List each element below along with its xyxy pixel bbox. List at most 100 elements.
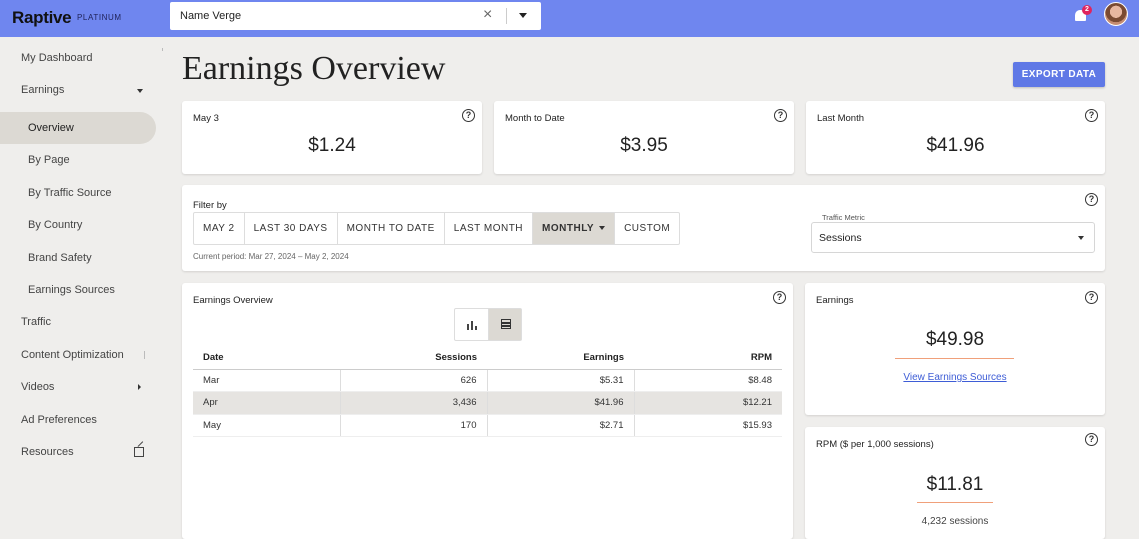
current-period-text: Current period: Mar 27, 2024 – May 2, 20…	[193, 252, 349, 261]
filter-option-label: MONTHLY	[542, 223, 595, 234]
avatar[interactable]	[1104, 2, 1128, 26]
sidebar-item-label: Videos	[21, 381, 55, 393]
help-icon[interactable]: ?	[774, 109, 787, 122]
earnings-total-card: Earnings ? $49.98 View Earnings Sources	[805, 283, 1105, 415]
sidebar-item-earnings-sources[interactable]: Earnings Sources	[0, 274, 156, 306]
column-header-sessions[interactable]: Sessions	[340, 346, 487, 370]
sidebar-item-my-dashboard[interactable]: My Dashboard	[0, 42, 163, 74]
rpm-value: $11.81	[926, 474, 984, 495]
sidebar-item-content-optimization[interactable]: Content Optimization	[0, 339, 156, 371]
sidebar-item-label: Earnings Sources	[28, 284, 115, 296]
top-bar: Raptive PLATINUM Name Verge × 2	[0, 0, 1139, 37]
sidebar-item-brand-safety[interactable]: Brand Safety	[0, 242, 156, 274]
rpm-sessions-text: 4,232 sessions	[921, 516, 989, 527]
table-row: Mar 626 $5.31 $8.48	[193, 369, 782, 392]
card-value: $41.96	[926, 135, 985, 156]
filter-option-may-2[interactable]: MAY 2	[194, 213, 245, 244]
table-cell: $41.96	[487, 391, 635, 415]
chevron-down-icon	[1078, 236, 1084, 240]
filter-option-last-month[interactable]: LAST MONTH	[445, 213, 534, 244]
traffic-metric-value: Sessions	[819, 232, 862, 244]
table-cell: $5.31	[487, 369, 635, 392]
help-icon[interactable]: ?	[773, 291, 786, 304]
filter-option-monthly[interactable]: MONTHLY	[533, 213, 616, 244]
help-icon[interactable]: ?	[1085, 291, 1098, 304]
sidebar-item-by-traffic-source[interactable]: By Traffic Source	[0, 177, 156, 209]
table-cell: $2.71	[487, 414, 635, 437]
filter-label: Filter by	[193, 200, 227, 211]
sidebar-item-label: By Traffic Source	[28, 187, 112, 199]
view-earnings-sources-link[interactable]: View Earnings Sources	[805, 372, 1105, 383]
sidebar-item-overview[interactable]: Overview	[0, 112, 156, 144]
column-header-date[interactable]: Date	[193, 346, 340, 370]
chevron-down-icon[interactable]	[519, 13, 527, 18]
table-cell: Mar	[193, 369, 341, 392]
chevron-right-icon	[138, 384, 141, 390]
card-label: Month to Date	[505, 113, 565, 124]
earnings-overview-card: Earnings Overview ? Date Sessions Earnin…	[182, 283, 793, 539]
scroll-mark	[162, 48, 163, 51]
bar-chart-icon	[471, 321, 473, 330]
summary-card-day: May 3 ? $1.24	[182, 101, 482, 174]
sidebar-item-videos[interactable]: Videos	[0, 371, 156, 403]
table-row: Apr 3,436 $41.96 $12.21	[193, 391, 782, 415]
filter-option-last-30-days[interactable]: LAST 30 DAYS	[245, 213, 338, 244]
table-cell: 170	[340, 414, 488, 437]
view-toggle	[454, 308, 522, 341]
sidebar-item-earnings[interactable]: Earnings	[0, 74, 156, 106]
sidebar-item-label: Brand Safety	[28, 252, 92, 264]
sidebar-item-label: Overview	[28, 122, 74, 134]
table-row: May 170 $2.71 $15.93	[193, 414, 782, 437]
card-value: $1.24	[308, 135, 356, 156]
filter-option-month-to-date[interactable]: MONTH TO DATE	[338, 213, 445, 244]
date-range-segmented-control: MAY 2 LAST 30 DAYS MONTH TO DATE LAST MO…	[193, 212, 681, 245]
sidebar-item-label: Traffic	[21, 316, 51, 328]
table-cell: Apr	[193, 391, 341, 415]
card-label: RPM ($ per 1,000 sessions)	[816, 439, 934, 450]
sidebar-item-resources[interactable]: Resources	[0, 436, 156, 468]
sidebar: My Dashboard Earnings Overview By Page B…	[0, 37, 166, 539]
chevron-down-icon	[137, 89, 143, 93]
external-link-icon	[134, 447, 144, 457]
table-header-row: Date Sessions Earnings RPM	[193, 346, 782, 370]
column-header-earnings[interactable]: Earnings	[487, 346, 634, 370]
page-title: Earnings Overview	[182, 50, 446, 87]
bar-chart-icon	[467, 324, 469, 330]
sidebar-item-by-country[interactable]: By Country	[0, 209, 156, 241]
help-icon[interactable]: ?	[462, 109, 475, 122]
card-title: Earnings Overview	[193, 295, 273, 306]
help-icon[interactable]: ?	[1085, 109, 1098, 122]
help-icon[interactable]: ?	[1085, 433, 1098, 446]
summary-card-last-month: Last Month ? $41.96	[806, 101, 1105, 174]
sidebar-item-label: By Page	[28, 154, 70, 166]
filter-option-custom[interactable]: CUSTOM	[615, 213, 679, 244]
selector-divider	[506, 8, 507, 24]
clear-icon[interactable]: ×	[483, 6, 492, 24]
sidebar-item-label: Content Optimization	[21, 349, 124, 361]
sidebar-item-traffic[interactable]: Traffic	[0, 306, 156, 338]
site-selector[interactable]: Name Verge ×	[170, 2, 541, 30]
help-icon[interactable]: ?	[1085, 193, 1098, 206]
rpm-card: RPM ($ per 1,000 sessions) ? $11.81 4,23…	[805, 427, 1105, 539]
earnings-table: Date Sessions Earnings RPM Mar 626 $5.31…	[193, 346, 782, 437]
sidebar-item-by-page[interactable]: By Page	[0, 144, 156, 176]
table-icon	[501, 319, 511, 329]
bar-chart-view-button[interactable]	[455, 309, 488, 340]
traffic-metric-label: Traffic Metric	[820, 213, 867, 222]
column-header-rpm[interactable]: RPM	[634, 346, 782, 370]
traffic-metric-select[interactable]: Sessions	[811, 222, 1095, 253]
summary-card-month-to-date: Month to Date ? $3.95	[494, 101, 794, 174]
brand-logo[interactable]: Raptive	[12, 8, 72, 28]
card-label: Last Month	[817, 113, 864, 124]
table-cell: $12.21	[634, 391, 782, 415]
sidebar-item-label: Ad Preferences	[21, 414, 97, 426]
export-data-button[interactable]: EXPORT DATA	[1013, 62, 1105, 87]
chevron-down-icon	[599, 226, 606, 231]
divider	[144, 351, 145, 359]
brand-tier: PLATINUM	[77, 13, 122, 22]
table-cell: May	[193, 414, 341, 437]
card-value: $3.95	[620, 135, 668, 156]
table-view-button[interactable]	[488, 309, 521, 340]
sidebar-item-ad-preferences[interactable]: Ad Preferences	[0, 404, 156, 436]
table-cell: $8.48	[634, 369, 782, 392]
